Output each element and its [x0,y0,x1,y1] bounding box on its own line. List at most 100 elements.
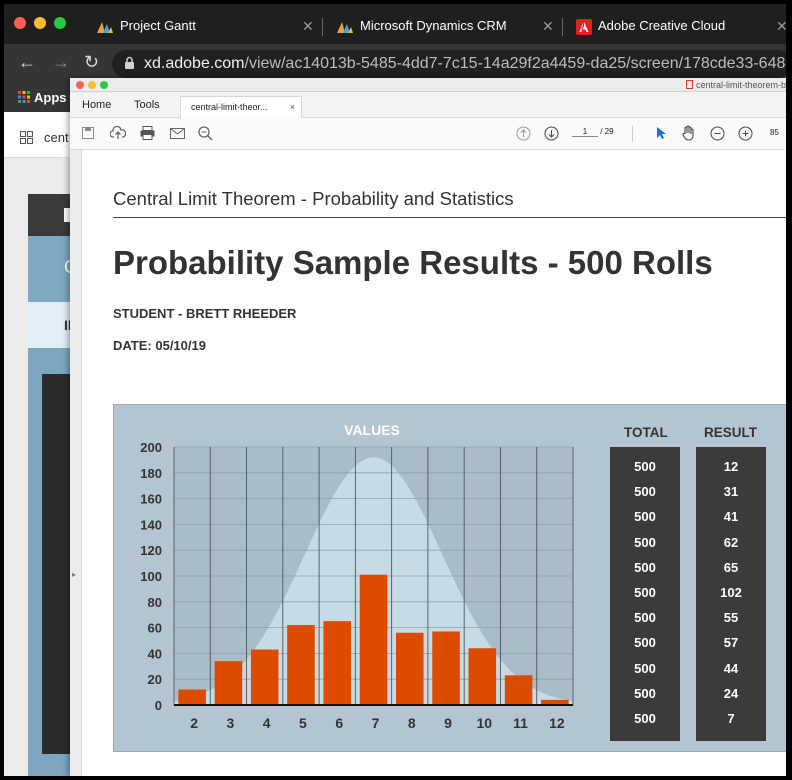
y-tick-label: 0 [155,698,162,713]
select-cursor-icon[interactable] [656,126,666,140]
reload-icon[interactable]: ↻ [84,52,99,73]
total-value: 500 [634,459,656,474]
zoom-window-button[interactable] [54,17,66,29]
xd-toolbar: cent [4,112,74,158]
zoom-in-icon[interactable] [738,126,753,141]
bar [250,649,279,705]
zoom-out-icon[interactable] [710,126,725,141]
pdf-file-icon [685,80,693,89]
dynamics-logo-icon [97,21,113,33]
y-tick-label: 100 [140,569,162,584]
bar [214,661,243,705]
tab-label: Microsoft Dynamics CRM [360,18,507,33]
results-column: 12 31 41 62 65 102 55 57 44 24 7 [696,447,766,741]
total-value: 500 [634,610,656,626]
bar [359,574,388,705]
expand-panel-icon[interactable]: ▸ [72,570,76,579]
menu-home[interactable]: Home [82,99,111,111]
x-tick-label: 2 [190,715,198,731]
browser-tab-dynamics-crm[interactable]: Microsoft Dynamics CRM ✕ [336,12,558,44]
email-icon[interactable] [170,128,185,139]
url-host: xd.adobe.com [144,55,245,72]
xd-artboard-nav: IN [28,302,78,348]
apps-bookmark[interactable]: Apps [34,90,67,105]
total-value: 500 [634,509,656,525]
student-name: STUDENT - BRETT RHEEDER [113,306,297,321]
url-path: /view/ac14013b-5485-4dd7-7c15-14a29f2a44… [244,55,786,72]
document-header: Central Limit Theorem - Probability and … [113,188,514,209]
browser-tab-adobe-cc[interactable]: Adobe Creative Cloud ✕ [576,12,786,44]
url-bar[interactable]: xd.adobe.com/view/ac14013b-5485-4dd7-7c1… [112,50,786,78]
x-tick-label: 11 [513,715,528,731]
reader-file-title: central-limit-theorem-b [685,78,786,92]
print-icon[interactable] [140,126,155,140]
total-column-header: TOTAL [624,425,668,440]
bookmarks-bar: Apps [4,82,74,112]
total-value: 500 [634,534,656,550]
toolbar-divider [632,126,633,142]
close-tab-icon[interactable]: × [290,97,295,117]
document-tab-label: central-limit-theor... [191,102,268,112]
close-window-button[interactable] [76,81,84,89]
total-value: 500 [634,585,656,600]
y-tick-label: 160 [140,492,162,507]
bar [178,689,206,705]
x-tick-label: 12 [549,715,565,731]
result-value: 24 [723,685,739,701]
tab-label: Adobe Creative Cloud [598,18,726,33]
x-tick-label: 8 [408,715,416,731]
current-page-input[interactable]: 1 [572,127,598,137]
xd-artboard-image [28,348,74,776]
y-tick-label: 40 [148,646,162,661]
page-indicator: 1 / 29 [572,127,614,137]
y-tick-label: 60 [148,621,162,636]
reader-toolbar: 1 / 29 85 [70,118,786,150]
bar [287,625,315,705]
header-rule [113,217,786,218]
document-tab[interactable]: central-limit-theor... × [180,96,302,118]
total-value: 500 [634,484,656,500]
x-tick-label: 10 [477,715,493,731]
back-arrow-icon[interactable]: ← [18,52,36,73]
forward-arrow-icon[interactable]: → [52,52,70,73]
reader-left-panel: ▸ [70,150,82,776]
close-tab-icon[interactable]: ✕ [302,12,314,40]
next-page-icon[interactable] [544,126,559,141]
menu-tools[interactable]: Tools [134,99,160,111]
minimize-window-button[interactable] [34,17,46,29]
total-value: 500 [634,660,656,676]
total-value: 500 [634,559,656,575]
xd-artboard-header [28,194,74,236]
result-value: 7 [727,711,735,726]
bar [323,621,352,705]
upload-cloud-icon[interactable] [110,126,126,140]
total-value: 500 [634,635,656,651]
totals-column: 500 500 500 500 500 500 500 500 500 500 500 [610,447,680,741]
zoom-level[interactable]: 85 [770,128,779,137]
result-value: 57 [723,635,739,651]
reader-menu-bar: Home Tools central-limit-theor... × [70,92,786,118]
close-tab-icon[interactable]: ✕ [542,12,554,40]
y-tick-label: 140 [140,517,162,532]
save-icon[interactable] [82,127,94,139]
apps-grid-icon[interactable] [18,91,30,103]
hand-tool-icon[interactable] [682,125,696,141]
zoom-search-icon[interactable] [198,126,213,141]
y-tick-label: 120 [140,543,162,558]
x-tick-label: 5 [299,715,307,731]
bar [432,631,460,705]
minimize-window-button[interactable] [88,81,96,89]
browser-tab-project-gantt[interactable]: Project Gantt ✕ [96,12,318,44]
result-value: 65 [723,559,739,575]
previous-page-icon[interactable] [516,126,531,141]
x-tick-label: 6 [335,715,343,731]
grid-view-icon[interactable] [20,131,33,144]
x-tick-label: 7 [372,715,380,731]
close-tab-icon[interactable]: ✕ [776,12,786,40]
result-value: 12 [723,459,739,474]
close-window-button[interactable] [14,17,26,29]
y-tick-label: 80 [148,595,162,610]
chart-title: VALUES [344,422,400,438]
zoom-window-button[interactable] [100,81,108,89]
browser-tab-bar: Project Gantt ✕ Microsoft Dynamics CRM ✕… [4,4,786,44]
